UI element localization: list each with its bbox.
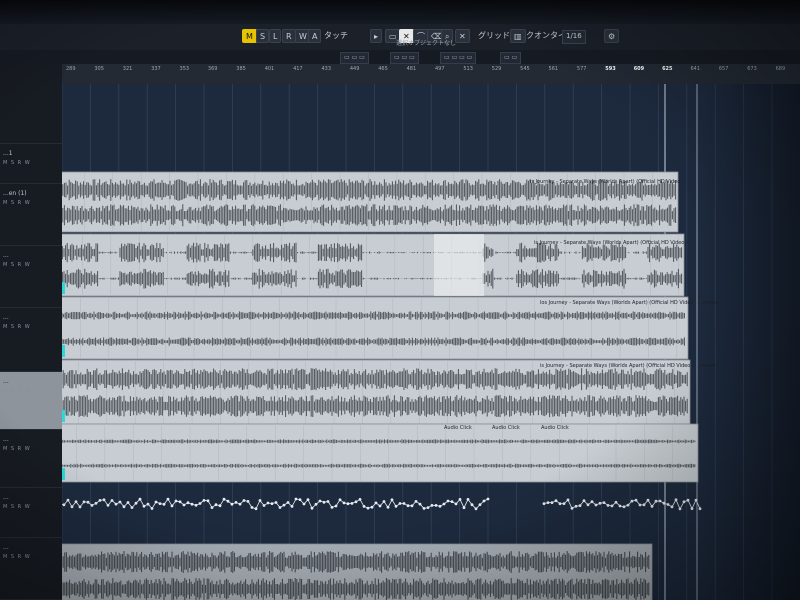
bar-number: 449 <box>349 66 360 72</box>
audio-clip <box>62 296 689 360</box>
audio-clip <box>62 423 699 483</box>
info-field-4[interactable]: ▭ ▭ <box>500 52 522 64</box>
info-line: ▭ ▭ ▭ ▭ ▭ ▭ ▭ ▭ ▭ ▭ ▭ ▭ <box>0 50 800 65</box>
bar-number: 417 <box>293 66 303 72</box>
bar-number: 497 <box>435 66 445 72</box>
track-name: ... <box>3 544 9 551</box>
track-name: ... <box>3 378 9 385</box>
automation-mode-s-button[interactable]: S <box>256 29 270 43</box>
clip-label: is Journey - Separate Ways (Worlds Apart… <box>534 240 695 246</box>
track-header-5[interactable]: ... M S R W <box>0 372 62 430</box>
automation-mode-l-button[interactable]: L <box>269 29 282 43</box>
info-field-3[interactable]: ▭ ▭ ▭ ▭ <box>440 52 477 64</box>
quantize-settings-icon[interactable]: ⚙ <box>604 29 620 43</box>
automation-mode-r-button[interactable]: R <box>282 29 296 43</box>
info-field-1[interactable]: ▭ ▭ ▭ <box>340 52 369 64</box>
pointer-tool-icon[interactable]: ▸ <box>370 29 383 43</box>
track-name: ... <box>3 314 9 321</box>
bar-number: 641 <box>690 66 700 72</box>
track-list: ...1 M S R W ...en (1) M S R W ... M S R… <box>0 64 63 600</box>
track-controls[interactable]: M S R W <box>3 262 31 268</box>
mute-tool-icon[interactable]: ✕ <box>455 29 470 43</box>
bar-number: 593 <box>605 66 616 72</box>
audio-clip <box>62 359 691 425</box>
quantize-value-select[interactable]: 1/16 <box>562 30 586 44</box>
track-header-8[interactable]: ... M S R W <box>0 538 62 600</box>
touch-mode-label[interactable]: タッチ <box>324 30 348 42</box>
bar-number: 561 <box>548 66 559 72</box>
track-color-marker <box>62 468 65 480</box>
bar-number: 305 <box>94 66 104 72</box>
track-color-marker <box>62 345 65 357</box>
track-controls[interactable]: M S R W <box>3 554 31 560</box>
track-controls[interactable]: M S R W <box>3 324 31 330</box>
bar-number: 433 <box>321 66 331 72</box>
clip-highlight <box>434 234 484 296</box>
bar-number: 657 <box>718 66 729 72</box>
quantize-icon[interactable]: ▥ <box>510 29 526 43</box>
bar-number: 577 <box>576 66 587 72</box>
arrange-timeline[interactable]: is Journey - Separate Ways (Worlds Apart… <box>62 84 800 600</box>
track-name: ...1 <box>3 150 13 157</box>
bar-number: 689 <box>775 66 786 72</box>
track-controls[interactable]: M S R W <box>3 160 31 166</box>
daw-window: M S L R W A タッチ ▸ ▭ ✕ ⌒ ⌫ ⌕ ✕ グリッド ▥ クオン… <box>0 0 800 600</box>
bar-number: 529 <box>491 66 502 72</box>
bar-number: 289 <box>66 66 76 72</box>
track-color-marker <box>62 410 65 422</box>
monitor-bezel <box>0 0 800 24</box>
grid-label[interactable]: グリッド <box>478 30 510 42</box>
bar-number: 465 <box>378 66 388 72</box>
bar-number: 673 <box>747 66 757 72</box>
audio-click-label: Audio Click <box>541 425 569 431</box>
audio-click-label: Audio Click <box>444 425 472 431</box>
bar-number: 321 <box>122 66 133 72</box>
bar-number: 481 <box>406 66 417 72</box>
track-controls[interactable]: M S R W <box>3 446 31 452</box>
track-controls[interactable]: M S R W <box>3 200 31 206</box>
track-name: ... <box>3 252 9 259</box>
bar-number: 385 <box>236 66 246 72</box>
track-header-6[interactable]: ... M S R W <box>0 430 62 488</box>
track-header-4[interactable]: ... M S R W <box>0 308 62 372</box>
track-header-1[interactable]: ...1 M S R W <box>0 144 62 184</box>
track-name: ... <box>3 436 9 443</box>
clip-label: is Journey - Separate Ways (Worlds Apart… <box>530 179 691 185</box>
track-header-7[interactable]: ... M S R W <box>0 488 62 538</box>
track-controls[interactable]: M S R W <box>3 504 31 510</box>
bar-number: 609 <box>633 66 645 72</box>
bar-number: 625 <box>662 66 673 72</box>
bar-number: 513 <box>463 66 473 72</box>
info-field-2[interactable]: ▭ ▭ ▭ <box>390 52 419 64</box>
clip-label: is Journey - Separate Ways (Worlds Apart… <box>540 363 716 369</box>
bar-number: 353 <box>179 66 190 72</box>
track-header-0[interactable] <box>0 64 62 144</box>
track-name: ... <box>3 494 9 501</box>
track-header-2[interactable]: ...en (1) M S R W <box>0 184 62 246</box>
timeline-ruler[interactable]: 289 305 321 337 353 369 385 401 417 433 449 465 481 4… <box>62 64 800 85</box>
status-message: 選択オブジェクトなし <box>396 40 457 47</box>
automation-line <box>543 498 701 510</box>
bar-number: 337 <box>151 66 161 72</box>
bar-number: 545 <box>520 66 530 72</box>
track-controls[interactable]: M S R W <box>3 388 31 394</box>
timeline-canvas <box>62 84 773 600</box>
clip-label: los Journey - Separate Ways (Worlds Apar… <box>540 300 719 306</box>
audio-click-label: Audio Click <box>492 425 520 431</box>
automation-mode-a-button[interactable]: A <box>308 29 322 43</box>
track-header-3[interactable]: ... M S R W <box>0 246 62 308</box>
track-name: ...en (1) <box>3 190 27 197</box>
bar-number: 401 <box>264 66 275 72</box>
bar-number: 369 <box>207 66 218 72</box>
automation-mode-m-button[interactable]: M <box>242 29 257 43</box>
track-color-marker <box>62 282 65 294</box>
